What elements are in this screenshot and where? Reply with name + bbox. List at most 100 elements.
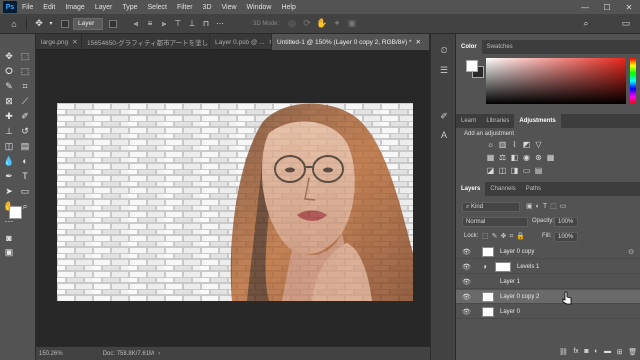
lock-icons[interactable]: ⬚✎✥⌗🔒 <box>482 232 528 241</box>
align-center-icon[interactable]: ≡ <box>145 16 155 32</box>
exposure-icon[interactable]: ◩ <box>522 140 531 149</box>
minimize-button[interactable]: — <box>574 0 596 14</box>
panel-tab-paths[interactable]: Paths <box>521 182 546 196</box>
layer-thumbnail[interactable] <box>482 291 494 302</box>
healing-brush-tool-icon[interactable]: ✚ <box>3 110 15 122</box>
history-brush-tool-icon[interactable]: ↺ <box>19 125 31 137</box>
panel-tab-color[interactable]: Color <box>456 40 482 54</box>
document-tab[interactable]: large.png ✕ <box>36 34 82 50</box>
menu-item-select[interactable]: Select <box>143 4 172 11</box>
search-icon[interactable]: ⌕ <box>578 16 594 32</box>
align-middle-icon[interactable]: ⊥ <box>187 16 197 32</box>
crop-tool-icon[interactable]: ⌗ <box>19 80 31 92</box>
workspace-icon[interactable]: ▭ <box>618 16 634 32</box>
document-canvas[interactable] <box>57 103 413 301</box>
dodge-tool-icon[interactable]: ◐ <box>19 155 31 167</box>
rectangle-tool-icon[interactable]: ▭ <box>19 185 31 197</box>
fx-icon[interactable]: fx <box>573 348 578 360</box>
pan-icon[interactable]: ✋ <box>316 16 327 32</box>
gradient-tool-icon[interactable]: ▤ <box>19 140 31 152</box>
type-tool-icon[interactable]: T <box>19 170 31 182</box>
threshold-icon[interactable]: ◨ <box>510 166 519 175</box>
trash-icon[interactable]: 🗑 <box>628 348 637 360</box>
menu-item-type[interactable]: Type <box>117 4 142 11</box>
zoom-level[interactable]: 150.26% <box>39 351 63 357</box>
fill-input[interactable]: 100% <box>554 232 578 242</box>
quick-select-tool-icon[interactable]: ✎ <box>3 80 15 92</box>
menu-item-3d[interactable]: 3D <box>198 4 217 11</box>
move-icon[interactable]: ✥ <box>31 16 47 32</box>
close-button[interactable]: ✕ <box>618 0 640 14</box>
menu-item-filter[interactable]: Filter <box>172 4 198 11</box>
color-lookup-icon[interactable]: ▦ <box>546 153 555 162</box>
new-layer-icon[interactable]: ⊞ <box>617 348 623 360</box>
opacity-input[interactable]: 100% <box>554 217 578 227</box>
hue-slider[interactable] <box>630 58 636 104</box>
eyedropper-tool-icon[interactable]: ⟋ <box>19 95 31 107</box>
slide-icon[interactable]: ✦ <box>332 16 342 32</box>
close-tab-icon[interactable]: ✕ <box>416 38 421 46</box>
blend-mode-select[interactable]: Normal <box>462 217 528 227</box>
layer-row[interactable]: 👁 Layer 1 <box>456 275 640 289</box>
pen-tool-icon[interactable]: ✒ <box>3 170 15 182</box>
brush-tool-icon[interactable]: ✐ <box>19 110 31 122</box>
vibrance-icon[interactable]: ▽ <box>534 140 543 149</box>
properties-panel-icon[interactable]: ☰ <box>438 64 450 76</box>
quick-mask-icon[interactable]: ◙ <box>3 232 15 244</box>
curves-icon[interactable]: ⌇ <box>510 140 519 149</box>
brightness-icon[interactable]: ☼ <box>486 140 495 149</box>
menu-item-window[interactable]: Window <box>242 4 277 11</box>
close-tab-icon[interactable]: ✕ <box>72 38 77 46</box>
selective-color-icon[interactable]: ▤ <box>534 166 543 175</box>
visibility-eye-icon[interactable]: 👁 <box>462 308 474 316</box>
panel-tab-libraries[interactable]: Libraries <box>481 114 514 128</box>
menu-item-edit[interactable]: Edit <box>38 4 60 11</box>
menu-item-file[interactable]: File <box>17 4 38 11</box>
visibility-eye-icon[interactable]: 👁 <box>462 248 474 256</box>
panel-tab-channels[interactable]: Channels <box>485 182 520 196</box>
color-panel-foreground[interactable] <box>466 60 478 72</box>
frame-tool-icon[interactable]: ⊠ <box>3 95 15 107</box>
panel-tab-learn[interactable]: Learn <box>456 114 481 128</box>
more-options-icon[interactable]: ⋯ <box>215 16 225 32</box>
posterize-icon[interactable]: ◫ <box>498 166 507 175</box>
show-transform-checkbox[interactable] <box>109 19 117 28</box>
align-bottom-icon[interactable]: ⊓ <box>201 16 211 32</box>
link-icon[interactable]: ⛓ <box>559 348 568 360</box>
visibility-eye-icon[interactable]: 👁 <box>462 293 474 301</box>
artboard-tool-icon[interactable]: ⬚ <box>19 50 31 62</box>
panel-tab-layers[interactable]: Layers <box>456 182 486 196</box>
invert-icon[interactable]: ◪ <box>486 166 495 175</box>
black-white-icon[interactable]: ◧ <box>510 153 519 162</box>
group-icon[interactable]: ▬ <box>604 348 611 360</box>
layer-row[interactable]: 👁 Layer 0 copy ⊙ <box>456 245 640 259</box>
hue-saturation-icon[interactable]: ▦ <box>486 153 495 162</box>
foreground-color-swatch[interactable] <box>9 206 22 219</box>
layer-mask-thumbnail[interactable] <box>495 261 511 272</box>
menu-item-view[interactable]: View <box>217 4 242 11</box>
visibility-eye-icon[interactable]: 👁 <box>462 263 474 271</box>
roll-icon[interactable]: ⟳ <box>302 16 312 32</box>
layer-filter-icons[interactable]: ▣◐T⬚▭ <box>526 202 569 210</box>
history-panel-icon[interactable]: ⏲ <box>438 44 450 56</box>
orbit-icon[interactable]: ◎ <box>287 16 297 32</box>
layer-row[interactable]: 👁 Layer 0 <box>456 305 640 319</box>
clone-stamp-tool-icon[interactable]: ⊥ <box>3 125 15 137</box>
document-tab[interactable]: Untitled-1 @ 150% (Layer 0 copy 2, RGB/8… <box>272 34 430 50</box>
align-right-icon[interactable]: ⫸ <box>159 16 169 32</box>
layer-thumbnail[interactable] <box>482 246 494 257</box>
auto-select-checkbox[interactable] <box>61 19 69 28</box>
screen-mode-icon[interactable]: ▣ <box>3 246 15 258</box>
align-left-icon[interactable]: ⫷ <box>131 16 141 32</box>
color-balance-icon[interactable]: ⚖ <box>498 153 507 162</box>
align-top-icon[interactable]: ⊤ <box>173 16 183 32</box>
scale-icon[interactable]: ▣ <box>347 16 357 32</box>
blur-tool-icon[interactable]: 💧 <box>3 155 15 167</box>
menu-item-image[interactable]: Image <box>60 4 89 11</box>
menu-item-help[interactable]: Help <box>276 4 300 11</box>
visibility-eye-icon[interactable]: 👁 <box>462 278 474 286</box>
layer-select[interactable]: Layer <box>73 17 103 30</box>
menu-item-layer[interactable]: Layer <box>90 4 118 11</box>
levels-icon[interactable]: ▥ <box>498 140 507 149</box>
photo-filter-icon[interactable]: ◉ <box>522 153 531 162</box>
